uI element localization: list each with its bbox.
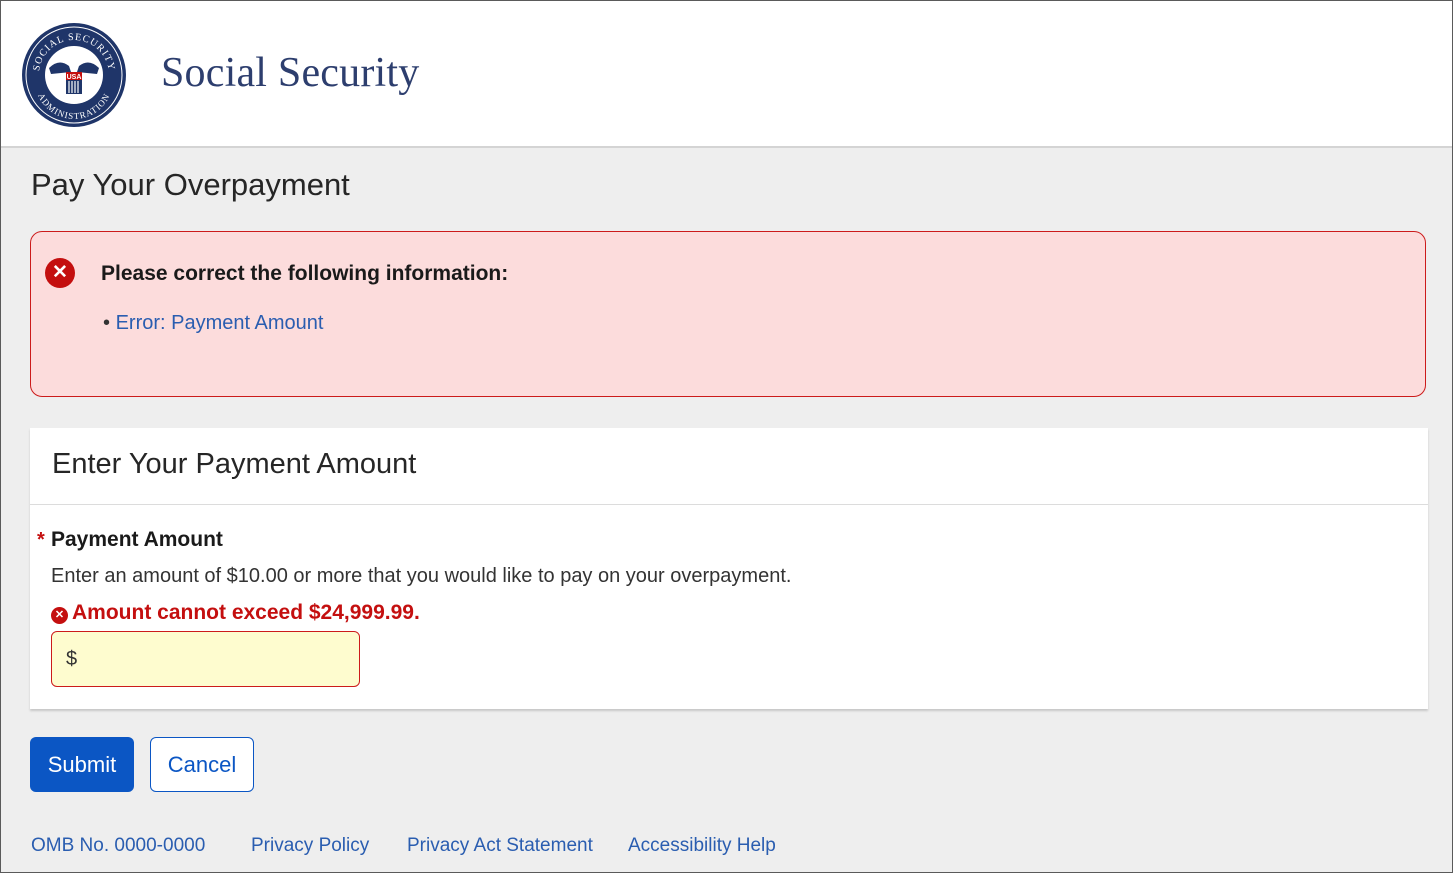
error-summary-item: • Error: Payment Amount — [103, 312, 323, 335]
page-frame: SOCIAL SECURITY ADMINISTRATION USA Socia… — [0, 0, 1453, 873]
bullet: • — [103, 312, 111, 334]
error-link-payment-amount[interactable]: Error: Payment Amount — [116, 312, 324, 334]
card-divider — [30, 504, 1428, 505]
error-circle-x-icon: ✕ — [45, 258, 75, 288]
error-summary: ✕ Please correct the following informati… — [30, 231, 1426, 397]
payment-amount-error: ✕ Amount cannot exceed $24,999.99. — [51, 601, 420, 625]
brand-title[interactable]: Social Security — [161, 49, 419, 97]
svg-text:USA: USA — [67, 74, 82, 81]
card-title: Enter Your Payment Amount — [52, 448, 417, 480]
error-summary-heading: Please correct the following information… — [101, 262, 509, 285]
footer-omb-number[interactable]: OMB No. 0000-0000 — [31, 835, 205, 857]
payment-amount-card: Enter Your Payment Amount * Payment Amou… — [30, 428, 1428, 709]
payment-amount-help: Enter an amount of $10.00 or more that y… — [51, 565, 792, 587]
submit-button[interactable]: Submit — [30, 737, 134, 792]
site-header: SOCIAL SECURITY ADMINISTRATION USA Socia… — [1, 1, 1452, 148]
footer-privacy-policy[interactable]: Privacy Policy — [251, 835, 369, 857]
cancel-button[interactable]: Cancel — [150, 737, 254, 792]
footer-accessibility-help[interactable]: Accessibility Help — [628, 835, 776, 857]
ssa-seal-logo: SOCIAL SECURITY ADMINISTRATION USA — [22, 23, 126, 127]
field-error-text: Amount cannot exceed $24,999.99. — [72, 601, 420, 624]
error-circle-x-icon: ✕ — [51, 607, 68, 624]
currency-symbol: $ — [66, 648, 78, 670]
required-marker: * — [37, 529, 45, 551]
page-title: Pay Your Overpayment — [31, 167, 350, 202]
payment-amount-input[interactable]: $ — [51, 631, 360, 687]
footer-privacy-act-statement[interactable]: Privacy Act Statement — [407, 835, 593, 857]
payment-amount-label: Payment Amount — [51, 528, 223, 551]
